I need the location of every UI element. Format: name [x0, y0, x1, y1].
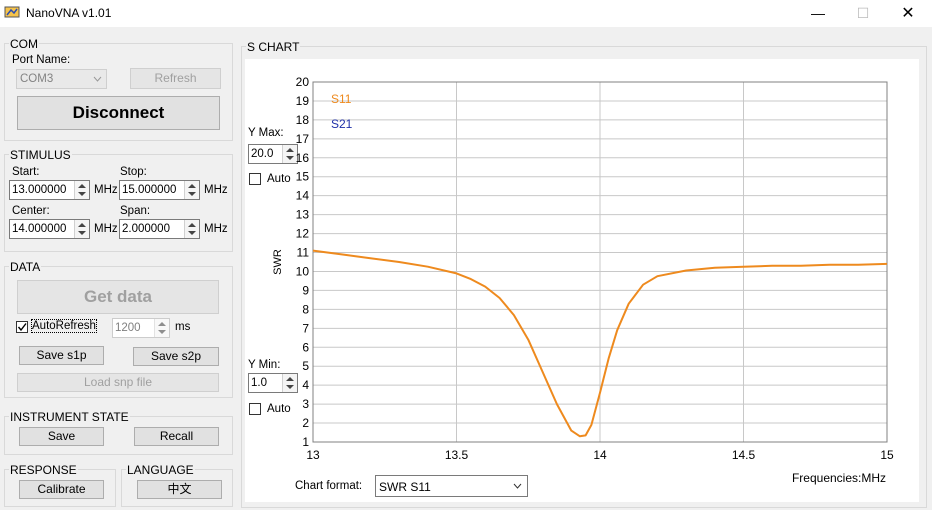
- y-tick-label: 10: [296, 264, 310, 278]
- maximize-button[interactable]: ☐: [840, 0, 886, 27]
- legend-entry-s11: S11: [331, 92, 352, 106]
- y-axis-title: SWR: [272, 249, 284, 275]
- window-title: NanoVNA v1.01: [26, 6, 112, 20]
- chart-format-value: SWR S11: [379, 480, 431, 494]
- y-tick-label: 4: [302, 378, 309, 392]
- autorefresh-checkbox[interactable]: [16, 321, 28, 333]
- stop-unit: MHz: [204, 184, 228, 196]
- language-button[interactable]: 中文: [137, 480, 222, 499]
- save-s2p-button[interactable]: Save s2p: [133, 347, 219, 366]
- get-data-button[interactable]: Get data: [17, 280, 219, 314]
- y-tick-label: 17: [296, 132, 310, 146]
- interval-spinner[interactable]: [154, 319, 169, 337]
- stop-input[interactable]: 15.000000: [119, 180, 200, 200]
- center-label: Center:: [12, 205, 50, 217]
- chart-format-label: Chart format:: [295, 480, 363, 492]
- span-spinner[interactable]: [184, 220, 199, 238]
- port-select[interactable]: COM3: [16, 69, 107, 89]
- stop-spinner[interactable]: [184, 181, 199, 199]
- load-snp-button[interactable]: Load snp file: [17, 373, 219, 392]
- y-tick-label: 5: [302, 359, 309, 373]
- x-tick-label: 13: [306, 448, 320, 462]
- center-input[interactable]: 14.000000: [9, 219, 90, 239]
- span-input[interactable]: 2.000000: [119, 219, 200, 239]
- x-tick-label: 14: [593, 448, 607, 462]
- instrument-recall-button[interactable]: Recall: [134, 427, 219, 446]
- span-unit: MHz: [204, 223, 228, 235]
- start-unit: MHz: [94, 184, 118, 196]
- y-tick-label: 2: [302, 416, 309, 430]
- y-tick-label: 1: [302, 435, 309, 449]
- checkmark-icon: [17, 323, 27, 332]
- disconnect-button[interactable]: Disconnect: [17, 96, 220, 130]
- minimize-button[interactable]: —: [795, 0, 841, 27]
- com-legend: COM: [9, 37, 39, 51]
- y-tick-label: 13: [296, 208, 310, 222]
- autorefresh-label[interactable]: AutoRefresh: [31, 319, 97, 333]
- y-tick-label: 20: [296, 75, 310, 89]
- instrument-state-legend: INSTRUMENT STATE: [9, 410, 130, 424]
- y-tick-label: 11: [297, 246, 310, 260]
- title-bar: [0, 0, 932, 27]
- y-tick-label: 12: [296, 227, 310, 241]
- center-spinner[interactable]: [74, 220, 89, 238]
- s-chart-legend: S CHART: [246, 40, 301, 54]
- close-button[interactable]: ✕: [885, 0, 931, 27]
- chevron-down-icon: [93, 76, 102, 82]
- x-tick-label: 15: [880, 448, 894, 462]
- y-tick-label: 19: [296, 94, 310, 108]
- stimulus-legend: STIMULUS: [9, 148, 72, 162]
- x-tick-label: 14.5: [732, 448, 756, 462]
- data-legend: DATA: [9, 260, 42, 274]
- start-input[interactable]: 13.000000: [9, 180, 90, 200]
- chart-format-select[interactable]: SWR S11: [375, 475, 528, 497]
- language-legend: LANGUAGE: [126, 463, 195, 477]
- y-tick-label: 8: [302, 302, 309, 316]
- chevron-down-icon: [513, 483, 522, 489]
- legend-entry-s21: S21: [331, 117, 353, 131]
- y-tick-label: 16: [296, 151, 310, 165]
- instrument-save-button[interactable]: Save: [19, 427, 104, 446]
- start-spinner[interactable]: [74, 181, 89, 199]
- y-tick-label: 18: [296, 113, 310, 127]
- y-tick-label: 3: [302, 397, 309, 411]
- refresh-button[interactable]: Refresh: [130, 68, 221, 89]
- stop-label: Stop:: [120, 166, 147, 178]
- refresh-interval-input[interactable]: 1200: [112, 318, 170, 338]
- interval-unit: ms: [175, 321, 191, 333]
- x-axis-title: Frequencies:MHz: [792, 471, 886, 485]
- span-label: Span:: [120, 205, 151, 217]
- center-unit: MHz: [94, 223, 118, 235]
- x-tick-label: 13.5: [445, 448, 469, 462]
- start-label: Start:: [12, 166, 40, 178]
- response-legend: RESPONSE: [9, 463, 78, 477]
- y-tick-label: 14: [296, 189, 310, 203]
- port-select-value: COM3: [20, 73, 54, 85]
- save-s1p-button[interactable]: Save s1p: [19, 346, 104, 365]
- port-name-label: Port Name:: [12, 54, 71, 66]
- y-tick-label: 9: [302, 283, 309, 297]
- y-tick-label: 7: [302, 321, 309, 335]
- calibrate-button[interactable]: Calibrate: [19, 480, 104, 499]
- swr-chart: 123456789101112131415161718192013 13.5 14 1…: [272, 75, 894, 485]
- y-tick-label: 6: [302, 340, 309, 354]
- y-tick-label: 15: [296, 170, 310, 184]
- app-icon: [4, 6, 20, 18]
